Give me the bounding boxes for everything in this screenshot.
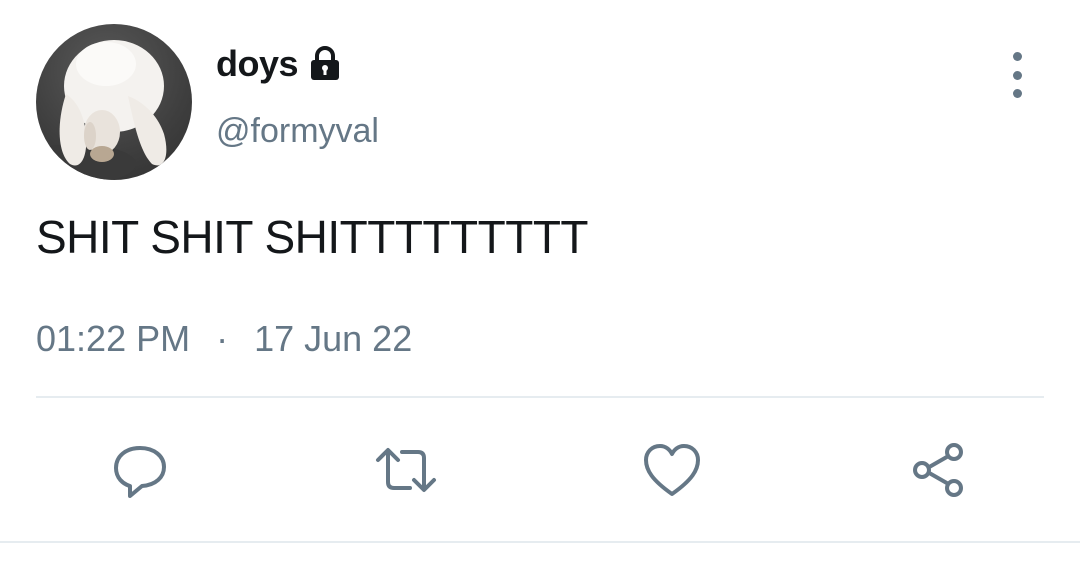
retweet-button[interactable]	[374, 438, 438, 502]
rabbit-avatar-image	[36, 40, 167, 180]
heart-icon	[644, 444, 700, 496]
tweet-text: SHIT SHIT SHITTTTTTTTT	[36, 211, 589, 263]
action-bar	[0, 438, 1080, 502]
more-dot	[1012, 52, 1022, 61]
bottom-divider	[0, 541, 1080, 543]
divider	[36, 396, 1044, 398]
meta-separator: ·	[216, 318, 229, 359]
tweet-time: 01:22 PM	[36, 318, 191, 359]
tweet-date: 17 Jun 22	[254, 318, 413, 359]
like-button[interactable]	[640, 438, 704, 502]
retweet-icon	[376, 448, 436, 492]
lock-icon	[306, 45, 344, 83]
share-button[interactable]	[906, 438, 970, 502]
comment-icon	[114, 446, 166, 498]
reply-button[interactable]	[108, 438, 172, 502]
display-name-row[interactable]: doys	[216, 40, 344, 88]
tweet-timestamp[interactable]: 01:22 PM · 17 Jun 22	[36, 318, 412, 360]
share-icon	[913, 443, 963, 497]
more-dot	[1012, 89, 1022, 98]
avatar[interactable]	[36, 24, 192, 180]
tweet-card: doys @formyval SHIT SHIT SHITTTTTTTTT 01…	[0, 0, 1080, 561]
more-dot	[1012, 70, 1022, 80]
user-handle[interactable]: @formyval	[216, 112, 379, 151]
more-options-icon[interactable]	[1004, 52, 1030, 98]
display-name[interactable]: doys	[216, 43, 299, 85]
